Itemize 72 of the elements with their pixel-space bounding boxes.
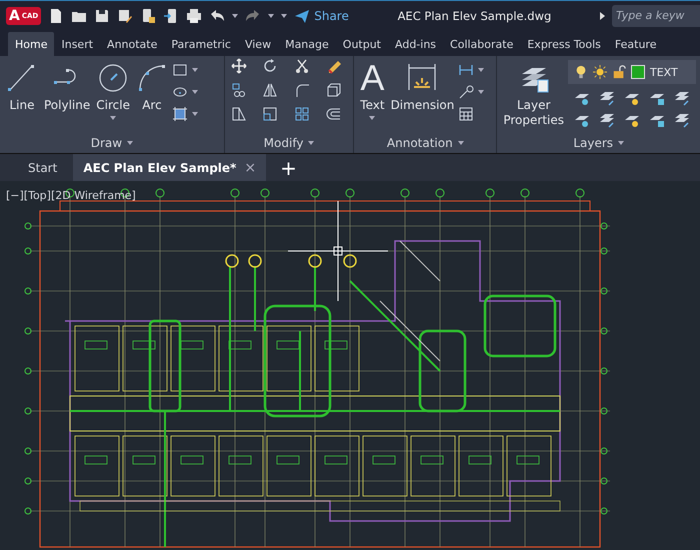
panel-title[interactable]: Modify <box>224 133 354 153</box>
offset-icon[interactable] <box>326 106 342 122</box>
layer-properties-tool[interactable]: Layer Properties <box>501 60 566 130</box>
circle-tool[interactable]: Circle <box>94 60 132 122</box>
ribbon-tab[interactable]: Express Tools <box>520 32 608 56</box>
lock-icon <box>612 65 626 79</box>
box-icon[interactable] <box>326 82 342 98</box>
copy-icon[interactable] <box>230 82 247 98</box>
rectangle-icon[interactable] <box>172 62 188 78</box>
save-icon[interactable] <box>94 8 110 24</box>
window-title: AEC Plan Elev Sample.dwg <box>396 8 552 22</box>
rotate-icon[interactable] <box>262 58 278 74</box>
move-icon[interactable] <box>230 58 247 74</box>
scale-icon[interactable] <box>262 106 278 122</box>
ribbon-tab[interactable]: Add-ins <box>388 32 444 56</box>
undo-icon[interactable] <box>209 8 226 24</box>
hatch-icon[interactable] <box>172 106 188 122</box>
layers-icon[interactable] <box>674 90 690 106</box>
save-as-icon[interactable] <box>117 8 134 24</box>
panel-title[interactable]: Layers <box>497 133 700 153</box>
ribbon-tab[interactable]: Feature <box>608 32 664 56</box>
share-button[interactable]: Share <box>294 8 349 24</box>
ribbon-tab[interactable]: Home <box>8 32 54 56</box>
fillet-icon[interactable] <box>294 82 310 98</box>
linear-dimension-icon[interactable] <box>458 62 474 78</box>
layers-icon[interactable] <box>599 90 615 106</box>
stretch-icon[interactable] <box>230 106 247 122</box>
layers-icon[interactable] <box>674 112 690 128</box>
caret-icon[interactable] <box>192 112 198 116</box>
caret-icon[interactable] <box>192 90 198 94</box>
scissors-icon[interactable] <box>294 58 310 74</box>
sun-icon <box>593 65 607 79</box>
ribbon-tab[interactable]: Output <box>336 32 388 56</box>
text-tool[interactable]: A Text <box>358 60 387 122</box>
device-folder-icon[interactable] <box>140 8 156 24</box>
mirror-icon[interactable] <box>262 82 278 98</box>
ribbon-tab[interactable]: Insert <box>54 32 100 56</box>
panel-title[interactable]: Draw <box>0 133 224 153</box>
layer-dropdown[interactable]: TEXT <box>568 60 696 84</box>
crosshair-cursor-icon <box>288 201 388 301</box>
redo-icon[interactable] <box>245 8 262 24</box>
ribbon-tab[interactable]: Annotate <box>100 32 164 56</box>
ribbon-tab[interactable]: Parametric <box>164 32 238 56</box>
document-tab[interactable]: Start <box>18 154 68 181</box>
caret-icon[interactable] <box>192 68 198 72</box>
ribbon-tab[interactable]: Collaborate <box>443 32 520 56</box>
close-tab-button[interactable]: × <box>244 160 256 176</box>
document-tab[interactable]: AEC Plan Elev Sample* × <box>73 154 266 181</box>
table-icon[interactable] <box>458 106 474 122</box>
eraser-icon[interactable] <box>326 58 342 74</box>
circle-icon <box>97 62 130 94</box>
array-icon[interactable] <box>294 106 310 122</box>
search-field[interactable]: Type a keyw <box>612 4 700 26</box>
dimension-tool[interactable]: Dimension <box>388 60 456 114</box>
arc-tool[interactable]: Arc <box>134 60 170 114</box>
line-tool[interactable]: Line <box>4 60 40 114</box>
caret-icon[interactable] <box>478 90 484 94</box>
viewport-controls[interactable]: [−][Top][2D Wireframe] <box>6 189 136 202</box>
caret-icon[interactable] <box>110 116 116 120</box>
ribbon-tab[interactable]: Manage <box>278 32 336 56</box>
caret-icon[interactable] <box>232 14 238 18</box>
panel-title[interactable]: Annotation <box>354 133 496 153</box>
bulb-icon <box>574 65 588 79</box>
new-tab-button[interactable]: + <box>272 156 305 180</box>
paper-plane-icon <box>294 8 310 24</box>
layers-icon[interactable] <box>599 112 615 128</box>
caret-icon[interactable] <box>478 68 484 72</box>
expand-arrow-icon[interactable] <box>600 12 605 20</box>
print-icon[interactable] <box>186 8 202 24</box>
ribbon-tab[interactable]: View <box>238 32 278 56</box>
polyline-tool[interactable]: Polyline <box>42 60 92 114</box>
leader-icon[interactable] <box>458 84 474 100</box>
